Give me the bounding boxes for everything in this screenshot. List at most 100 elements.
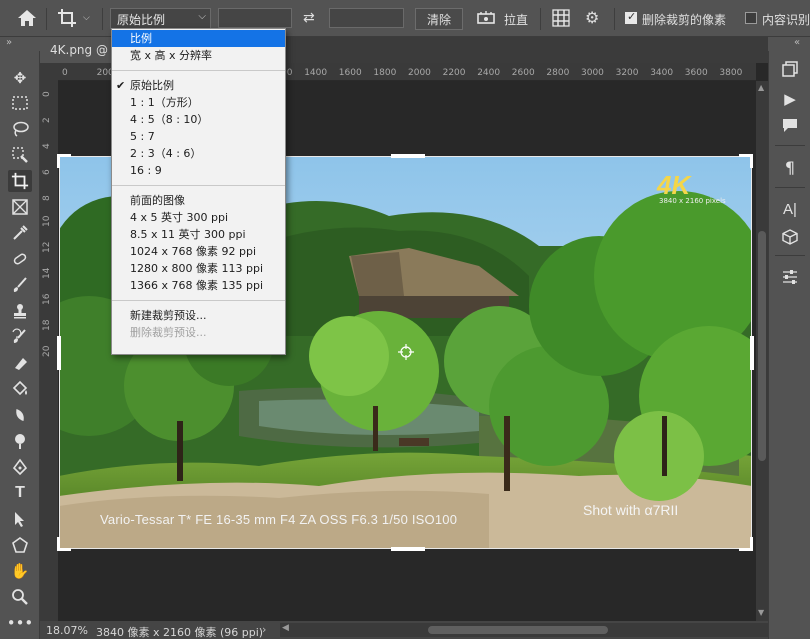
more-icon[interactable]: ••• — [7, 612, 34, 634]
ratio-menu-item[interactable]: 5 : 7 — [112, 128, 285, 145]
ruler-tick-label: 16 — [42, 293, 52, 305]
horizontal-scrollbar[interactable]: ◀ — [280, 623, 768, 637]
horizontal-scroll-thumb[interactable] — [428, 626, 608, 634]
ratio-height-input[interactable] — [329, 8, 404, 28]
ratio-menu-item-label: 4 : 5（8 : 10） — [130, 113, 209, 126]
marquee-icon[interactable] — [8, 92, 32, 114]
crop-edge-handle[interactable] — [391, 547, 425, 551]
scroll-left-icon[interactable]: ◀ — [282, 623, 289, 633]
crop-corner-handle[interactable] — [739, 154, 753, 168]
lasso-icon[interactable] — [8, 118, 32, 140]
gear-icon[interactable]: ⚙ — [585, 9, 603, 27]
chevron-down-icon: ⌵ — [198, 11, 206, 22]
zoom-icon[interactable] — [8, 586, 32, 608]
blur-icon[interactable] — [8, 404, 32, 426]
layers-icon[interactable] — [780, 59, 800, 79]
ratio-menu-item[interactable]: 16 : 9 — [112, 162, 285, 179]
vertical-scroll-thumb[interactable] — [758, 231, 766, 461]
ratio-menu-item[interactable]: 4 : 5（8 : 10） — [112, 111, 285, 128]
ratio-menu-item[interactable]: 新建裁剪预设... — [112, 307, 285, 324]
ratio-menu-item-label: 16 : 9 — [130, 164, 162, 177]
bucket-icon[interactable] — [8, 378, 32, 400]
grid-overlay-icon[interactable] — [552, 9, 570, 27]
straighten-button[interactable]: 拉直 — [504, 11, 528, 28]
crop-edge-handle[interactable] — [750, 336, 754, 370]
shape-icon[interactable] — [8, 534, 32, 556]
hand-icon[interactable]: ✋ — [8, 560, 32, 582]
ratio-menu-item-label: 4 x 5 英寸 300 ppi — [130, 211, 229, 224]
paragraph-icon[interactable]: ¶ — [780, 157, 800, 177]
chevron-right-icon[interactable]: › — [262, 623, 266, 636]
ratio-width-input[interactable] — [218, 8, 292, 28]
crop-edge-handle[interactable] — [391, 154, 425, 158]
eyedropper-icon[interactable] — [8, 222, 32, 244]
comment-icon[interactable] — [780, 115, 800, 135]
ratio-menu-item[interactable]: 8.5 x 11 英寸 300 ppi — [112, 226, 285, 243]
character-icon[interactable]: A| — [780, 199, 800, 219]
path-select-icon[interactable] — [8, 508, 32, 530]
ratio-menu-item[interactable]: 比例 — [112, 30, 285, 47]
menu-separator — [112, 70, 285, 71]
collapse-panels-icon[interactable]: « — [768, 37, 810, 51]
tool-preset-picker[interactable]: ⌵ — [57, 6, 97, 30]
move-icon[interactable]: ✥ — [8, 67, 32, 89]
crop-center-icon — [398, 344, 414, 360]
ratio-menu-item-label: 1 : 1（方形） — [130, 96, 199, 109]
ratio-menu-item[interactable]: 1 : 1（方形） — [112, 94, 285, 111]
quick-select-icon[interactable] — [8, 144, 32, 166]
crop-icon — [58, 9, 76, 27]
frame-icon[interactable] — [8, 196, 32, 218]
ratio-menu-item-label: 5 : 7 — [130, 130, 155, 143]
home-icon[interactable] — [16, 8, 38, 28]
document-info: 3840 像素 x 2160 像素 (96 ppi) — [96, 626, 264, 639]
ratio-menu-item[interactable]: 4 x 5 英寸 300 ppi — [112, 209, 285, 226]
straighten-icon[interactable] — [476, 9, 496, 27]
ratio-menu-item[interactable]: 宽 x 高 x 分辨率 — [112, 47, 285, 64]
zoom-level[interactable]: 18.07% — [46, 624, 88, 637]
play-icon[interactable]: ▶ — [780, 89, 800, 109]
menu-separator — [112, 300, 285, 301]
document-tab-title: 4K.png @ 18.1% (RGB/8#) — [50, 43, 115, 57]
dodge-icon[interactable] — [8, 430, 32, 452]
content-aware-checkbox[interactable] — [745, 12, 757, 24]
ruler-tick-label: 0 — [62, 68, 68, 78]
brush-icon[interactable] — [8, 274, 32, 296]
crop-corner-handle[interactable] — [739, 537, 753, 551]
divider — [775, 187, 805, 188]
crop-icon[interactable] — [8, 170, 32, 192]
ratio-menu-item[interactable]: 1280 x 800 像素 113 ppi — [112, 260, 285, 277]
stamp-icon[interactable] — [8, 300, 32, 322]
3d-icon[interactable] — [780, 227, 800, 247]
clear-button[interactable]: 清除 — [415, 8, 463, 30]
crop-corner-handle[interactable] — [57, 154, 71, 168]
ratio-menu-item[interactable]: 1366 x 768 像素 135 ppi — [112, 277, 285, 294]
ratio-select-value: 原始比例 — [117, 13, 166, 27]
healing-icon[interactable] — [8, 248, 32, 270]
ruler-tick-label: 3400 — [650, 68, 674, 78]
ruler-corner — [40, 63, 58, 81]
delete-cropped-checkbox[interactable] — [625, 10, 637, 24]
vertical-scrollbar[interactable]: ▲ ▼ — [756, 81, 768, 621]
eraser-icon[interactable] — [8, 352, 32, 374]
swap-icon[interactable]: ⇄ — [303, 10, 315, 26]
ratio-menu-item[interactable]: ✔ 原始比例 — [112, 77, 285, 94]
ratio-menu-item[interactable]: 2 : 3（4 : 6） — [112, 145, 285, 162]
panel-dock: ▶ ¶ A| — [768, 51, 810, 639]
type-icon[interactable]: T — [8, 482, 32, 504]
ratio-select[interactable]: 原始比例 ⌵ — [110, 8, 211, 29]
scroll-down-icon[interactable]: ▼ — [758, 608, 764, 617]
pen-icon[interactable] — [8, 456, 32, 478]
ruler-tick-label: 10 — [42, 215, 52, 227]
adjust-icon[interactable] — [780, 267, 800, 287]
ruler-tick-label: 8 — [42, 195, 52, 201]
scroll-up-icon[interactable]: ▲ — [758, 83, 764, 92]
ratio-menu-item[interactable]: 1024 x 768 像素 92 ppi — [112, 243, 285, 260]
history-brush-icon[interactable] — [8, 326, 32, 348]
ruler-tick-label: 14 — [42, 267, 52, 279]
collapse-tools-icon[interactable]: » — [0, 37, 40, 51]
crop-edge-handle[interactable] — [57, 336, 61, 370]
ruler-tick-label: 1800 — [373, 68, 397, 78]
crop-corner-handle[interactable] — [57, 537, 71, 551]
ratio-menu-item[interactable]: 前面的图像 — [112, 192, 285, 209]
document-tab[interactable]: 4K.png @ 18.1% (RGB/8#) — [40, 37, 115, 63]
